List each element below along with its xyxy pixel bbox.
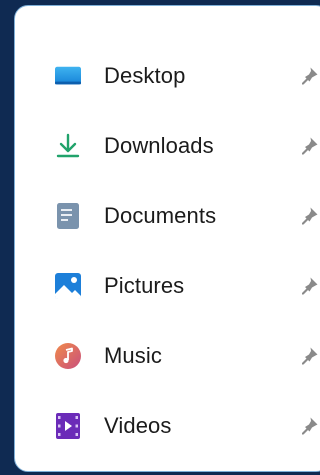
downloads-arrow-icon bbox=[55, 133, 81, 159]
pictures-icon bbox=[55, 273, 81, 299]
music-icon bbox=[55, 343, 81, 369]
quick-access-label: Music bbox=[104, 343, 162, 368]
quick-access-item-videos[interactable]: Videos bbox=[15, 399, 320, 453]
quick-access-panel: Desktop Downloads Documents Pictures Mus… bbox=[14, 5, 320, 472]
pin-icon[interactable] bbox=[298, 205, 320, 227]
pin-icon[interactable] bbox=[298, 345, 320, 367]
quick-access-item-downloads[interactable]: Downloads bbox=[15, 119, 320, 173]
quick-access-label: Desktop bbox=[104, 63, 186, 88]
quick-access-item-desktop[interactable]: Desktop bbox=[15, 49, 320, 103]
quick-access-item-documents[interactable]: Documents bbox=[15, 189, 320, 243]
desktop-folder-icon bbox=[55, 63, 81, 89]
videos-icon bbox=[55, 413, 81, 439]
pin-icon[interactable] bbox=[298, 135, 320, 157]
quick-access-label: Documents bbox=[104, 203, 217, 228]
documents-icon bbox=[55, 203, 81, 229]
pin-icon[interactable] bbox=[298, 65, 320, 87]
pin-icon[interactable] bbox=[298, 275, 320, 297]
quick-access-label: Videos bbox=[104, 413, 172, 438]
quick-access-label: Pictures bbox=[104, 273, 185, 298]
quick-access-label: Downloads bbox=[104, 133, 214, 158]
quick-access-item-pictures[interactable]: Pictures bbox=[15, 259, 320, 313]
pin-icon[interactable] bbox=[298, 415, 320, 437]
quick-access-item-music[interactable]: Music bbox=[15, 329, 320, 383]
